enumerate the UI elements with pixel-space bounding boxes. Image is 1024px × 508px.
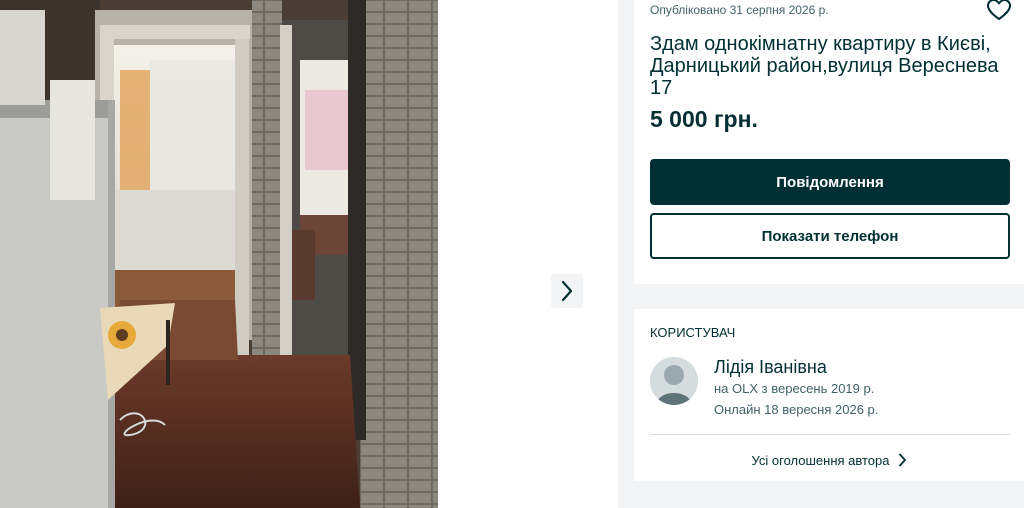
published-date: Опубліковано 31 серпня 2026 р. (650, 3, 829, 17)
all-seller-ads-link[interactable]: Усі оголошення автора (634, 449, 1024, 471)
chevron-right-icon (561, 280, 573, 302)
seller-name[interactable]: Лідія Іванівна (714, 357, 827, 378)
listing-photo-image (0, 0, 438, 508)
listing-price: 5 000 грн. (650, 106, 758, 132)
seller-card: КОРИСТУВАЧ Лідія Іванівна на OLX з верес… (634, 309, 1024, 481)
listing-summary-card: Опубліковано 31 серпня 2026 р. Здам одно… (634, 0, 1024, 284)
favorite-button[interactable] (986, 0, 1012, 22)
chevron-right-icon (898, 453, 906, 467)
message-button[interactable]: Повідомлення (650, 159, 1010, 205)
show-phone-button[interactable]: Показати телефон (650, 213, 1010, 259)
listing-photo[interactable] (0, 0, 438, 508)
gallery-next-button[interactable] (551, 274, 583, 308)
listing-title: Здам однокімнатну квартиру в Києві, Дарн… (650, 33, 999, 99)
seller-last-online: Онлайн 18 вересня 2026 р. (714, 402, 879, 417)
heart-icon (987, 0, 1011, 20)
seller-section-label: КОРИСТУВАЧ (650, 325, 736, 340)
user-avatar-icon (650, 357, 698, 405)
photo-gallery (0, 0, 618, 508)
seller-member-since: на OLX з вересень 2019 р. (714, 381, 875, 396)
all-seller-ads-label: Усі оголошення автора (751, 452, 890, 468)
divider (650, 434, 1010, 435)
avatar[interactable] (650, 357, 698, 405)
